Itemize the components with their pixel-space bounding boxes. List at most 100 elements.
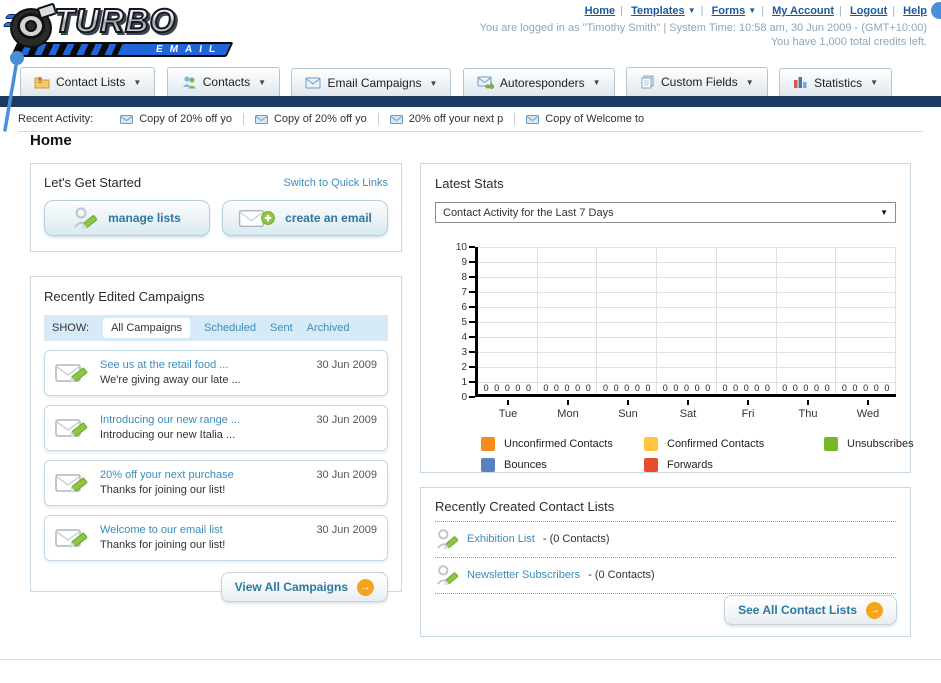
nav-tab-custom-fields[interactable]: Custom Fields ▼ [626, 67, 768, 96]
chart-x-axis: Tue Mon Sun Sat Fri Thu Wed [478, 400, 899, 420]
campaign-date: 30 Jun 2009 [316, 524, 377, 536]
legend-item: Unsubscribes [824, 437, 914, 451]
dropdown-caret-icon: ▼ [258, 77, 267, 87]
data-value-label: 0 [483, 383, 489, 393]
nav-tab-statistics[interactable]: Statistics ▼ [779, 67, 893, 97]
campaign-row[interactable]: 20% off your next purchase Thanks for joi… [44, 460, 388, 506]
data-value-label: 0 [792, 383, 798, 393]
switch-to-quick-links-link[interactable]: Switch to Quick Links [283, 177, 388, 189]
see-all-contact-lists-button[interactable]: See All Contact Lists → [724, 595, 897, 625]
legend-item: Forwards [644, 458, 824, 472]
stacked-pages-icon [641, 75, 654, 89]
data-value-label: 0 [645, 383, 651, 393]
legend-item: Bounces [481, 458, 644, 472]
stats-filter-select[interactable]: Contact Activity for the Last 7 Days ▼ [435, 202, 896, 223]
campaign-title-link[interactable]: Introducing our new range ... [100, 413, 307, 428]
contact-list-count: - (0 Contacts) [588, 569, 655, 581]
header-link-logout[interactable]: Logout [850, 5, 887, 17]
header-links: Home | Templates ▼ | Forms ▼ | My Account | … [584, 5, 927, 17]
x-tick-label: Tue [478, 400, 538, 420]
campaign-date: 30 Jun 2009 [316, 359, 377, 371]
envelope-icon [254, 114, 268, 124]
envelope-pencil-icon [55, 474, 88, 493]
data-value-label: 0 [782, 383, 788, 393]
contact-list-row[interactable]: Exhibition List - (0 Contacts) [435, 522, 896, 558]
data-value-label: 0 [564, 383, 570, 393]
data-value-label: 0 [634, 383, 640, 393]
tab-sent[interactable]: Sent [270, 322, 293, 334]
campaign-title-link[interactable]: 20% off your next purchase [100, 468, 307, 483]
contact-list-link[interactable]: Exhibition List [467, 533, 535, 545]
chart-day-group: 00000 [777, 247, 837, 394]
dropdown-caret-icon: ▼ [592, 78, 601, 87]
campaign-subtitle: Thanks for joining our list! [100, 484, 226, 496]
nav-tab-autoresponders[interactable]: Autoresponders ▼ [462, 67, 615, 97]
dropdown-caret-icon: ▼ [880, 208, 888, 217]
arrow-right-icon: → [357, 578, 374, 596]
recent-activity-item[interactable]: Copy of Welcome to [515, 113, 655, 125]
data-value-label: 0 [603, 383, 609, 393]
tab-archived[interactable]: Archived [307, 322, 350, 334]
y-tick-label: 10 [455, 242, 467, 253]
latest-stats-title: Latest Stats [435, 176, 504, 191]
header-link-templates[interactable]: Templates [631, 5, 685, 17]
recent-activity-item[interactable]: Copy of 20% off yo [109, 113, 244, 125]
nav-tab-contact-lists[interactable]: Contact Lists ▼ [20, 67, 156, 96]
campaign-row[interactable]: Welcome to our email list Thanks for join… [44, 515, 388, 561]
contact-lists-title: Recently Created Contact Lists [435, 499, 896, 522]
tab-scheduled[interactable]: Scheduled [204, 322, 256, 334]
data-value-label: 0 [504, 383, 510, 393]
recent-activity-item[interactable]: 20% off your next p [379, 113, 516, 125]
dropdown-caret-icon: ▼ [429, 78, 438, 88]
x-tick-label: Wed [838, 400, 898, 420]
data-value-label: 0 [803, 383, 809, 393]
credits-info: You have 1,000 total credits left. [770, 36, 927, 48]
campaign-date: 30 Jun 2009 [316, 469, 377, 481]
data-value-label: 0 [683, 383, 689, 393]
campaign-row[interactable]: See us at the retail food ... We're givin… [44, 350, 388, 396]
footer-divider [0, 659, 941, 660]
legend-swatch [824, 437, 838, 451]
legend-swatch [481, 458, 495, 472]
campaign-title-link[interactable]: Welcome to our email list [100, 523, 307, 538]
get-started-panel: Let's Get Started Switch to Quick Links … [30, 163, 402, 252]
legend-swatch [481, 437, 495, 451]
nav-tab-contacts[interactable]: Contacts ▼ [166, 67, 281, 96]
contact-list-link[interactable]: Newsletter Subscribers [467, 569, 580, 581]
person-pencil-icon [74, 207, 98, 229]
header-link-forms[interactable]: Forms [712, 5, 746, 17]
data-value-label: 0 [824, 383, 830, 393]
campaign-row[interactable]: Introducing our new range ... Introducing… [44, 405, 388, 451]
create-an-email-button[interactable]: create an email [222, 200, 388, 236]
view-all-campaigns-button[interactable]: View All Campaigns → [220, 572, 388, 602]
contact-lists-folder-icon [34, 77, 50, 89]
nav-tab-email-campaigns[interactable]: Email Campaigns ▼ [291, 68, 452, 97]
envelope-icon [120, 114, 134, 124]
header-link-home[interactable]: Home [585, 5, 616, 17]
campaign-date: 30 Jun 2009 [316, 414, 377, 426]
header-link-my-account[interactable]: My Account [772, 5, 834, 17]
campaign-title-link[interactable]: See us at the retail food ... [100, 358, 307, 373]
y-tick-label: 0 [461, 392, 467, 403]
data-value-label: 0 [705, 383, 711, 393]
recently-created-contact-lists-panel: Recently Created Contact Lists Exhibitio… [420, 487, 911, 637]
y-tick-label: 9 [461, 257, 467, 268]
data-value-label: 0 [624, 383, 630, 393]
chart-day-group: 00000 [836, 247, 897, 394]
header-link-help[interactable]: Help [903, 5, 927, 17]
data-value-label: 0 [543, 383, 549, 393]
x-tick-label: Sun [598, 400, 658, 420]
bar-chart-icon [794, 77, 807, 88]
campaign-subtitle: Thanks for joining our list! [100, 539, 226, 551]
data-value-label: 0 [852, 383, 858, 393]
manage-lists-button[interactable]: manage lists [44, 200, 210, 236]
arrow-right-icon: → [866, 601, 883, 619]
tab-all-campaigns[interactable]: All Campaigns [103, 318, 190, 338]
contact-list-row[interactable]: Newsletter Subscribers - (0 Contacts) [435, 558, 896, 594]
data-value-label: 0 [743, 383, 749, 393]
data-value-label: 0 [873, 383, 879, 393]
y-tick-label: 6 [461, 302, 467, 313]
recent-activity-item[interactable]: Copy of 20% off yo [244, 113, 379, 125]
dropdown-caret-icon: ▼ [133, 77, 142, 87]
legend-item: Unconfirmed Contacts [481, 437, 644, 451]
